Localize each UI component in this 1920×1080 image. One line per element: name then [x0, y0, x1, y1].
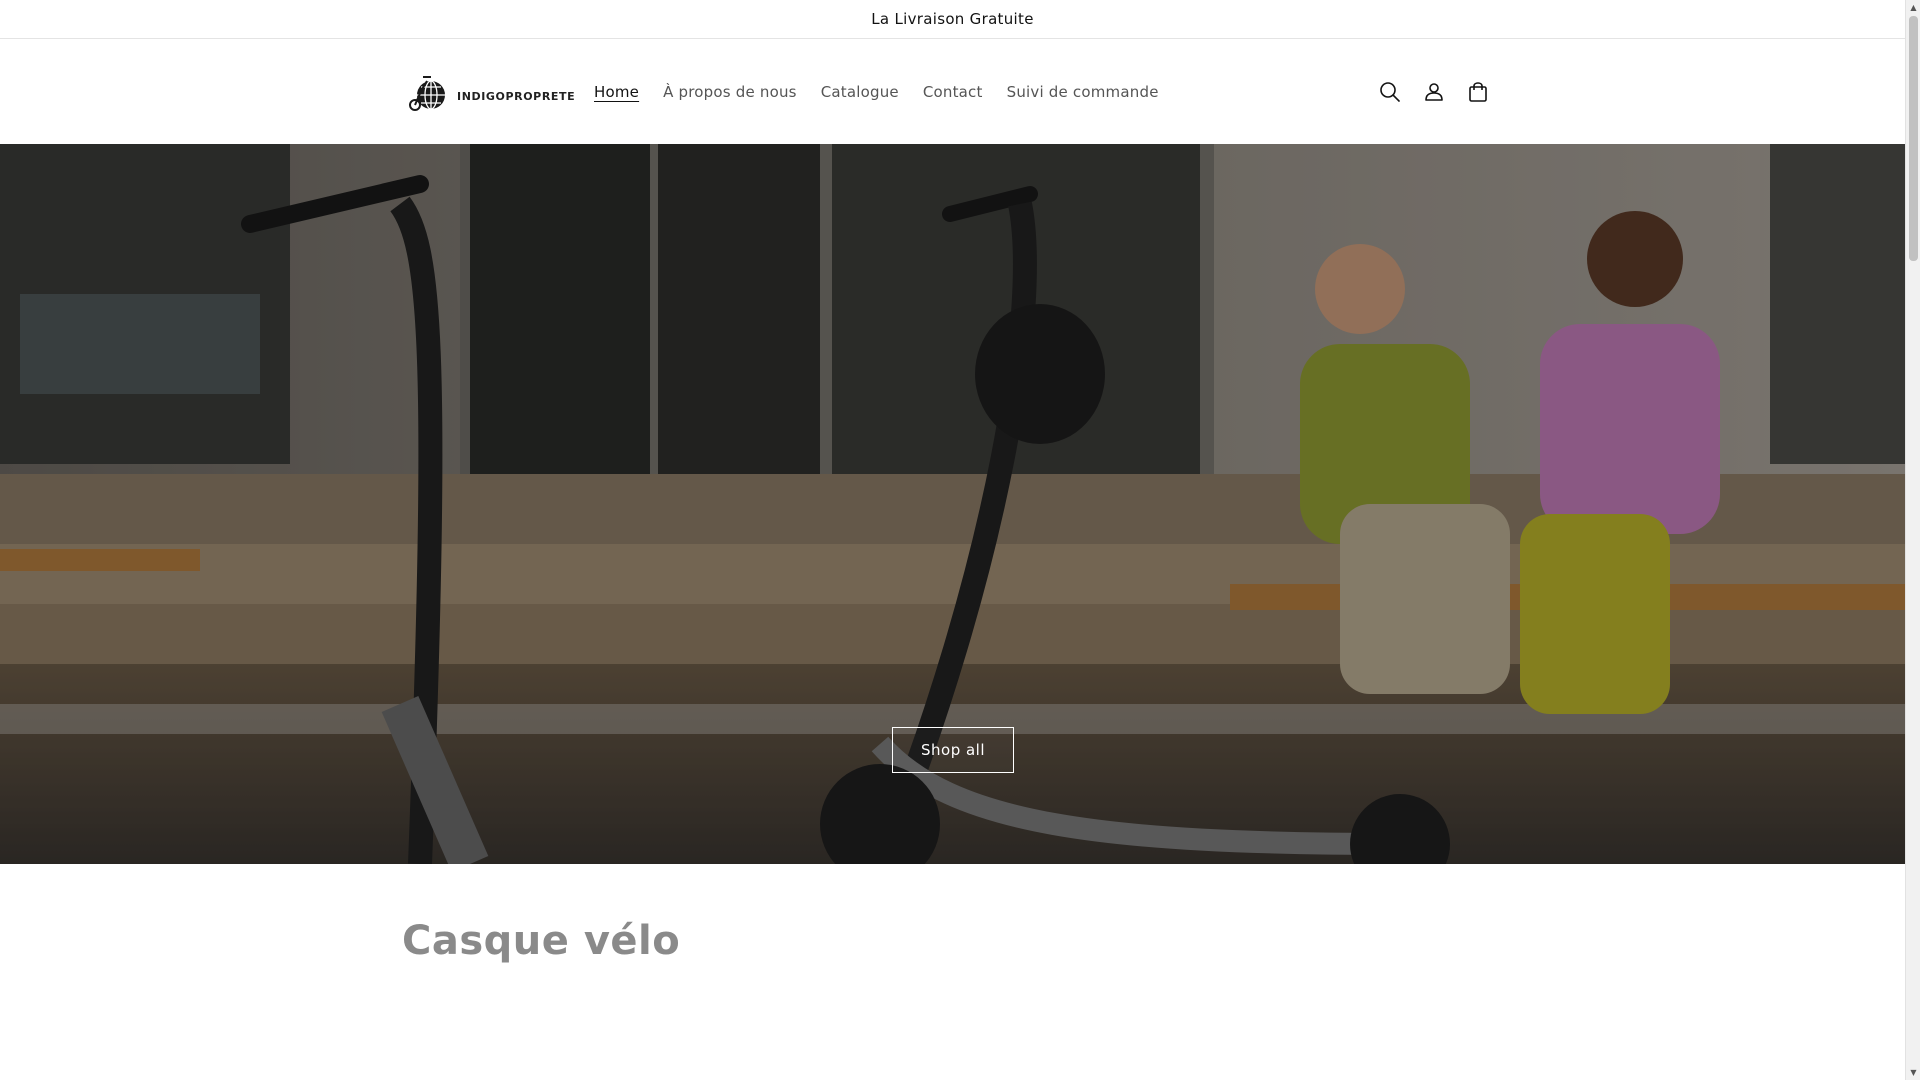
page-scrollbar[interactable]: ▲ ▼ — [1905, 0, 1920, 1080]
cart-icon[interactable] — [1462, 76, 1494, 108]
main-nav: Home À propos de nous Catalogue Contact … — [582, 39, 1171, 144]
scroll-up-arrow-icon[interactable]: ▲ — [1906, 0, 1920, 15]
browser-viewport: La Livraison Gratuite INDIGOPROPRETE Hom… — [0, 0, 1920, 1080]
scrollbar-thumb[interactable] — [1909, 16, 1918, 261]
nav-catalogue[interactable]: Catalogue — [809, 83, 911, 101]
section-title: Casque vélo — [402, 918, 681, 964]
nav-order-tracking[interactable]: Suivi de commande — [995, 83, 1171, 101]
search-icon[interactable] — [1374, 76, 1406, 108]
scroll-down-arrow-icon[interactable]: ▼ — [1906, 1065, 1920, 1080]
nav-contact[interactable]: Contact — [911, 83, 995, 101]
hero-banner: Shop all — [0, 144, 1905, 864]
shop-all-button[interactable]: Shop all — [892, 727, 1014, 773]
site-header: INDIGOPROPRETE Home À propos de nous Cat… — [0, 39, 1905, 144]
logo-text: INDIGOPROPRETE — [457, 89, 576, 103]
nav-home[interactable]: Home — [582, 83, 651, 101]
nav-about[interactable]: À propos de nous — [651, 83, 809, 101]
announcement-text: La Livraison Gratuite — [871, 10, 1034, 28]
header-icons — [1374, 39, 1494, 144]
account-icon[interactable] — [1418, 76, 1450, 108]
logo-globe-icon — [407, 69, 451, 117]
announcement-bar: La Livraison Gratuite — [0, 0, 1905, 39]
storefront-page: La Livraison Gratuite INDIGOPROPRETE Hom… — [0, 0, 1905, 1080]
store-logo[interactable]: INDIGOPROPRETE — [407, 71, 575, 115]
